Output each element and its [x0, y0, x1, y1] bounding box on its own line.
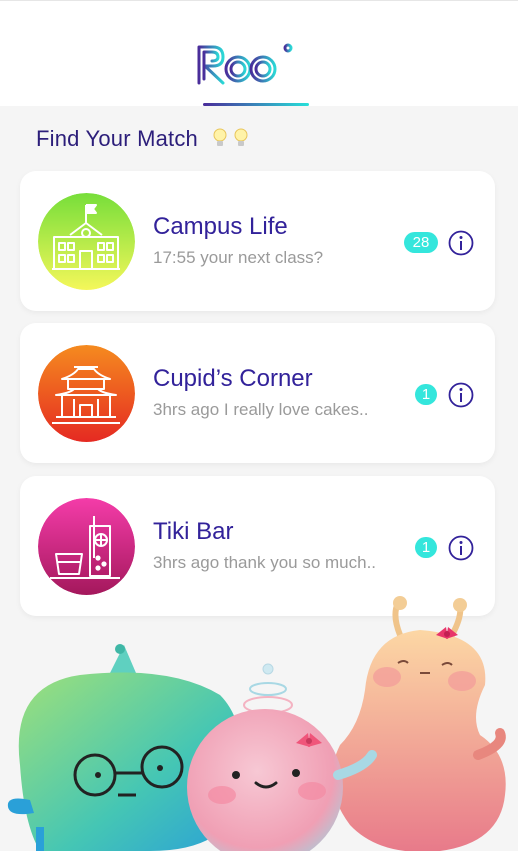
school-building-icon [38, 193, 135, 290]
app-header [0, 0, 518, 106]
peach-peanut-mascot [332, 596, 506, 851]
unread-badge: 28 [404, 232, 438, 253]
rooit-logo [197, 43, 321, 85]
room-last-message: 3hrs ago thank you so much.. [153, 553, 377, 572]
room-name: Tiki Bar [153, 518, 234, 545]
info-icon[interactable] [448, 382, 474, 408]
pagoda-icon [38, 345, 135, 442]
room-card-cupids-corner[interactable]: Cupid’s Corner 3hrs ago I really love ca… [20, 323, 495, 463]
section-title: Find Your Match [36, 126, 198, 151]
room-name: Campus Life [153, 213, 288, 240]
info-icon[interactable] [448, 230, 474, 256]
room-card-campus-life[interactable]: Campus Life 17:55 your next class? 28 [20, 171, 495, 311]
unread-badge: 1 [415, 384, 437, 405]
campus-life-avatar [38, 193, 135, 290]
room-last-message: 3hrs ago I really love cakes.. [153, 400, 369, 419]
lightbulb-icon [213, 128, 248, 146]
mascot-illustration [7, 596, 506, 851]
unread-badge: 1 [415, 537, 437, 558]
room-last-message: 17:55 your next class? [153, 248, 324, 267]
drinks-icon [38, 498, 135, 595]
logo-underline [203, 103, 309, 106]
cupids-corner-avatar [38, 345, 135, 442]
tiki-bar-avatar [38, 498, 135, 595]
info-icon[interactable] [448, 535, 474, 561]
room-name: Cupid’s Corner [153, 365, 313, 392]
